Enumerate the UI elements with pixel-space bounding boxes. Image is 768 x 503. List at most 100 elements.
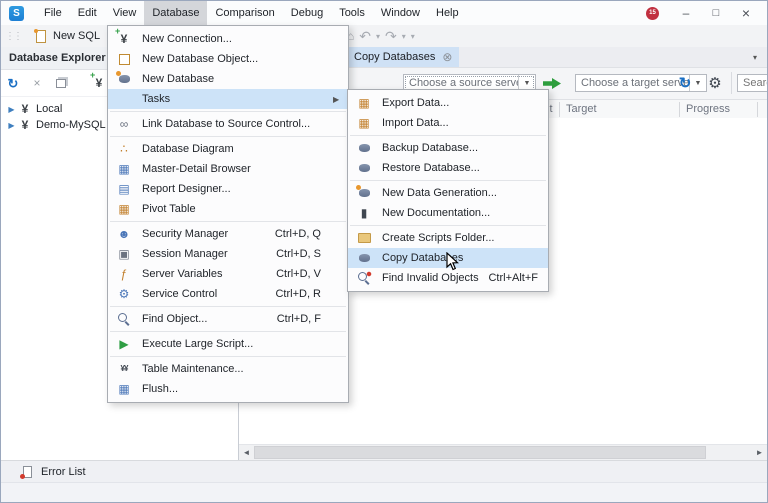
notification-badge[interactable]: 15: [646, 6, 659, 20]
expand-caret-icon[interactable]: ▶: [5, 121, 18, 130]
menu-item[interactable]: ▦ Export Data...: [348, 93, 548, 113]
menu-item[interactable]: Find Object... Ctrl+D, F ▶: [108, 309, 348, 329]
menu-item[interactable]: ▦ Pivot Table ▶: [108, 199, 348, 219]
menu-item[interactable]: ⚙ Service Control Ctrl+D, R ▶: [108, 284, 348, 304]
menubar-item[interactable]: Edit: [70, 1, 105, 25]
menu-item[interactable]: ▦ Flush... ▶: [108, 379, 348, 399]
menu-item-label: Tasks: [142, 93, 171, 105]
menubar-item[interactable]: File: [36, 1, 70, 25]
table-maintenance-icon: ¥¥: [120, 364, 129, 373]
mouse-cursor: [446, 252, 459, 271]
menu-item[interactable]: ▣ Session Manager Ctrl+D, S ▶: [108, 244, 348, 264]
menu-item-label: Database Diagram: [142, 143, 234, 155]
scroll-right-icon[interactable]: ►: [752, 445, 767, 460]
menu-item[interactable]: Backup Database...: [348, 138, 548, 158]
menu-item-label: New Data Generation...: [382, 187, 497, 199]
undo-dropdown-icon[interactable]: ▾: [376, 32, 380, 41]
source-server-combo-text: Choose a source serve...: [409, 77, 518, 89]
menu-item-label: Backup Database...: [382, 142, 479, 154]
menu-item[interactable]: ▤ Report Designer... ▶: [108, 179, 348, 199]
new-sql-icon: [33, 28, 49, 44]
menu-item[interactable]: Find Invalid Objects Ctrl+Alt+F: [348, 268, 548, 288]
grid-column-progress[interactable]: Progress: [680, 100, 757, 119]
history-toolbar-group: ⌂ ↶ ▾ ↷ ▾ ▾: [347, 25, 415, 47]
security-manager-icon: ☻: [117, 227, 131, 241]
new-connection-icon[interactable]: ¥: [90, 71, 107, 91]
menu-item-shortcut: Ctrl+Alt+F: [488, 272, 538, 284]
export-data-icon: ▦: [358, 96, 370, 110]
menu-item[interactable]: ƒ Server Variables Ctrl+D, V ▶: [108, 264, 348, 284]
grid-column-target-2[interactable]: Target: [560, 100, 678, 119]
menu-item-label: Execute Large Script...: [142, 338, 254, 350]
toolbar-grip-icon[interactable]: ⋮⋮: [5, 31, 23, 42]
maximize-button[interactable]: □: [701, 2, 731, 24]
minimize-button[interactable]: –: [671, 2, 701, 24]
scroll-left-icon[interactable]: ◄: [239, 445, 254, 460]
menu-item[interactable]: ▦ Import Data...: [348, 113, 548, 133]
menu-item[interactable]: ▮ New Documentation...: [348, 203, 548, 223]
restore-database-icon: [356, 160, 372, 176]
horizontal-scrollbar[interactable]: ◄ ►: [239, 444, 767, 460]
expand-caret-icon[interactable]: ▶: [5, 105, 18, 114]
copy-databases-icon: [356, 250, 372, 266]
menu-item-shortcut: Ctrl+D, R: [275, 288, 321, 300]
menu-item-shortcut: Ctrl+D, V: [276, 268, 321, 280]
settings-gear-icon[interactable]: ⚙: [705, 73, 725, 93]
new-database-object-icon: [116, 51, 132, 67]
menu-item[interactable]: Tasks ▶: [108, 89, 348, 109]
toolbar-overflow-icon[interactable]: ▾: [411, 32, 415, 41]
menu-item[interactable]: ☻ Security Manager Ctrl+D, Q ▶: [108, 224, 348, 244]
menubar-item[interactable]: View: [105, 1, 145, 25]
tab-copy-databases[interactable]: Copy Databases ⊗: [347, 47, 460, 67]
menu-item[interactable]: ¥¥ Table Maintenance... ▶: [108, 359, 348, 379]
error-list-label[interactable]: Error List: [41, 466, 86, 478]
menu-item-label: Session Manager: [142, 248, 228, 260]
menu-item-label: Table Maintenance...: [142, 363, 244, 375]
new-sql-button[interactable]: New SQL: [27, 26, 106, 46]
menubar-item[interactable]: Window: [373, 1, 428, 25]
grid-column-clipped[interactable]: [758, 100, 767, 119]
menu-item[interactable]: New Database Object... ▶: [108, 49, 348, 69]
scrollbar-thumb[interactable]: [254, 446, 706, 459]
database-menu: ¥ New Connection... ▶ New Database Objec…: [107, 25, 349, 403]
menu-item-label: Master-Detail Browser: [142, 163, 251, 175]
menubar-item[interactable]: Tools: [331, 1, 373, 25]
menu-item[interactable]: Create Scripts Folder...: [348, 228, 548, 248]
report-designer-icon: ▤: [118, 182, 130, 196]
menu-separator: [110, 221, 346, 222]
tab-label: Copy Databases: [354, 51, 436, 63]
delete-connection-icon[interactable]: ×: [29, 75, 45, 91]
duplicate-window-icon[interactable]: [53, 75, 69, 91]
menu-item-label: Copy Databases: [382, 252, 464, 264]
close-button[interactable]: ×: [731, 2, 761, 24]
search-input[interactable]: [737, 74, 767, 92]
menu-item[interactable]: ∴ Database Diagram ▶: [108, 139, 348, 159]
redo-dropdown-icon[interactable]: ▾: [402, 32, 406, 41]
redo-icon[interactable]: ↷: [385, 28, 397, 45]
menu-item-label: Restore Database...: [382, 162, 480, 174]
refresh-icon[interactable]: ↻: [5, 75, 21, 91]
menu-item[interactable]: New Data Generation...: [348, 183, 548, 203]
flush-icon: ▦: [118, 382, 130, 396]
menu-item-shortcut: Ctrl+D, Q: [274, 228, 321, 240]
menu-item[interactable]: Restore Database...: [348, 158, 548, 178]
app-window: S File Edit View Database Comparison Debug Too…: [0, 0, 768, 503]
undo-icon[interactable]: ↶: [359, 28, 371, 45]
menu-item[interactable]: ¥ New Connection... ▶: [108, 27, 348, 49]
refresh-icon[interactable]: ↻: [675, 73, 695, 93]
menu-item[interactable]: ▦ Master-Detail Browser ▶: [108, 159, 348, 179]
tab-close-icon[interactable]: ⊗: [442, 50, 452, 64]
link-database-icon: ∞: [119, 117, 129, 131]
menubar-item[interactable]: Debug: [283, 1, 331, 25]
menu-item-label: Pivot Table: [142, 203, 196, 215]
tab-list-dropdown-icon[interactable]: ▾: [753, 47, 757, 67]
menubar-item[interactable]: Database: [144, 1, 208, 25]
menu-item[interactable]: New Database ▶: [108, 69, 348, 89]
menu-item-label: Import Data...: [382, 117, 449, 129]
server-connection-icon: ¥: [21, 102, 29, 116]
menubar-item[interactable]: Help: [428, 1, 467, 25]
menu-item[interactable]: ▶ Execute Large Script... ▶: [108, 334, 348, 354]
menu-item-label: Export Data...: [382, 97, 450, 109]
menu-item[interactable]: ∞ Link Database to Source Control... ▶: [108, 114, 348, 134]
menubar-item[interactable]: Comparison: [207, 1, 282, 25]
